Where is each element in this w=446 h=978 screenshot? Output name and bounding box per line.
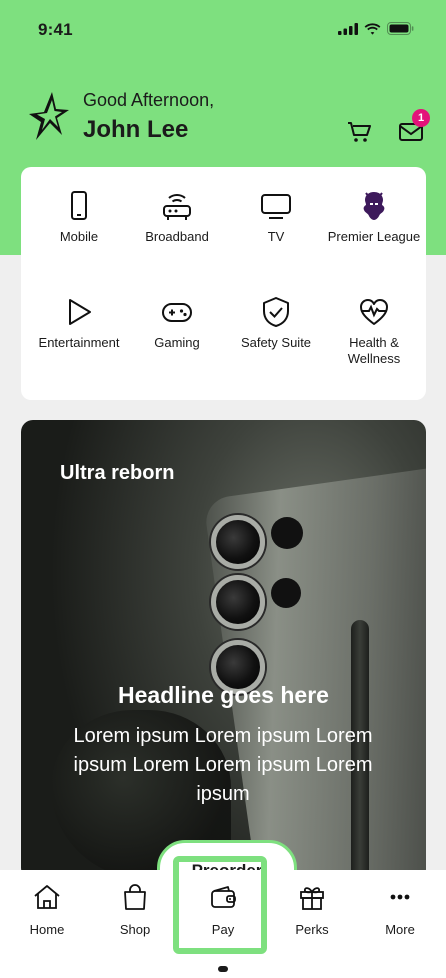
camera-lens [271, 578, 301, 608]
service-safety-suite[interactable]: Safety Suite [226, 295, 326, 351]
service-label: Entertainment [38, 335, 120, 350]
camera-lens [211, 575, 265, 629]
more-dots-icon [385, 882, 415, 912]
tab-label: Shop [119, 922, 151, 937]
services-card: Mobile Broadband TV Premier League Enter… [21, 167, 426, 400]
promo-banner[interactable]: Ultra reborn Headline goes here Lorem ip… [21, 420, 426, 880]
home-indicator [218, 966, 228, 972]
shopping-bag-icon [120, 882, 150, 912]
service-label: Safety Suite [240, 335, 312, 350]
cellular-signal-icon [338, 22, 358, 35]
premier-league-lion-icon [357, 189, 391, 223]
tv-icon [259, 189, 293, 223]
greeting-header: Good Afternoon, John Lee 1 [28, 90, 430, 150]
user-name: John Lee [83, 116, 189, 143]
banner-headline: Headline goes here [118, 682, 329, 708]
camera-lens [271, 517, 303, 549]
service-label: Health & Wellness [347, 335, 401, 366]
service-gaming[interactable]: Gaming [127, 295, 227, 351]
notification-badge: 1 [412, 109, 430, 127]
tab-label: Perks [295, 922, 329, 937]
tab-more[interactable]: More [365, 882, 435, 937]
shield-check-icon [259, 295, 293, 329]
service-label: Mobile [59, 229, 99, 244]
active-tab-highlight [173, 856, 267, 954]
router-icon [160, 189, 194, 223]
mobile-phone-icon [62, 189, 96, 223]
starhub-logo-icon [29, 92, 69, 140]
service-label: Premier League [327, 229, 421, 244]
banner-title: Ultra reborn [60, 462, 175, 484]
heart-pulse-icon [357, 295, 391, 329]
service-tv[interactable]: TV [226, 189, 326, 245]
service-premier-league[interactable]: Premier League [324, 189, 424, 245]
status-bar: 9:41 [0, 0, 446, 60]
tab-label: More [385, 922, 415, 937]
cart-icon[interactable] [346, 118, 372, 144]
tab-label: Home [29, 922, 65, 937]
tab-home[interactable]: Home [12, 882, 82, 937]
service-mobile[interactable]: Mobile [29, 189, 129, 245]
play-icon [62, 295, 96, 329]
camera-lens [211, 515, 265, 569]
tab-shop[interactable]: Shop [100, 882, 170, 937]
service-health-wellness[interactable]: Health & Wellness [324, 295, 424, 367]
wifi-icon [364, 22, 381, 35]
service-label: TV [267, 229, 285, 244]
service-label: Broadband [145, 229, 209, 244]
tab-perks[interactable]: Perks [277, 882, 347, 937]
gamepad-icon [160, 295, 194, 329]
service-label: Gaming [154, 335, 200, 350]
service-broadband[interactable]: Broadband [127, 189, 227, 245]
status-time: 9:41 [38, 20, 73, 39]
banner-body: Lorem ipsum Lorem ipsum Lorem ipsum Lore… [73, 725, 373, 805]
greeting-text: Good Afternoon, [83, 90, 215, 110]
gift-icon [297, 882, 327, 912]
home-icon [32, 882, 62, 912]
battery-icon [387, 22, 414, 35]
service-entertainment[interactable]: Entertainment [29, 295, 129, 351]
